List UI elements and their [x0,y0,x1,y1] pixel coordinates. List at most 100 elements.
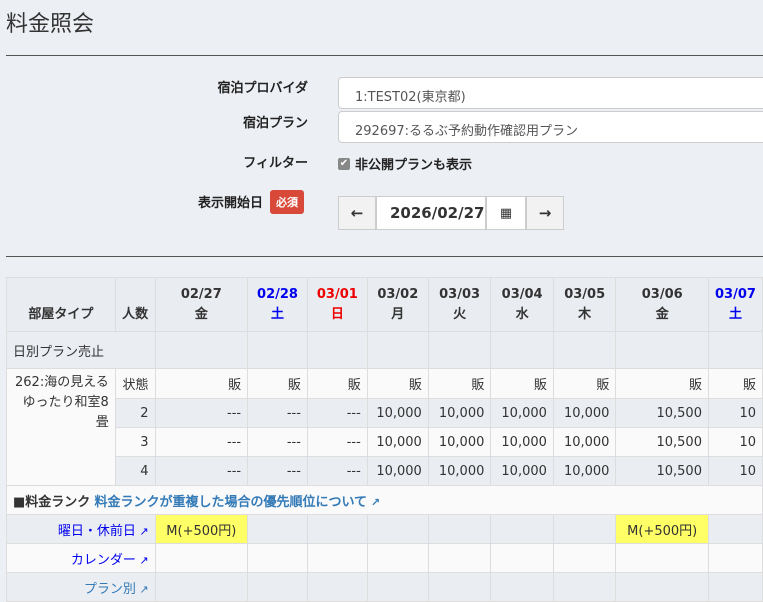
empty-cell [707,331,763,369]
date-header: 02/28 土 [247,277,308,332]
price-cell: 10,000 [366,427,429,457]
rank-title: ■料金ランク [13,494,91,510]
price-cell: 10,500 [615,456,709,486]
price-cell: 10,000 [366,456,429,486]
plan-label: 宿泊プラン [242,116,308,131]
daily-stop-label: 日別プラン売止 [6,331,156,369]
rank-cell [154,572,249,602]
date-label: 03/07 [715,286,756,302]
rank-type-link[interactable]: 曜日・休前日 ↗ [58,524,149,539]
rank-cell [154,543,249,573]
arrow-right-icon: → [538,204,552,222]
price-cell: --- [154,427,249,457]
weekday-label: 月 [391,306,405,322]
empty-cell [154,331,249,369]
rank-cell [490,543,554,573]
persons-header: 人数 [114,277,156,332]
date-label: 02/27 [180,286,222,302]
start-date-label: 表示開始日 [197,196,263,211]
date-label: 03/03 [439,286,481,302]
rank-cell [707,572,763,602]
rank-cell: M(+500円) [615,514,709,544]
price-cell: --- [154,398,249,428]
price-cell: 10,000 [427,398,492,428]
table-row: 2 --- --- --- 10,000 10,000 10,000 10,000 10,500… [7,398,763,428]
empty-cell [490,331,554,369]
rank-cell [490,514,554,544]
rank-cell [247,514,308,544]
next-date-button[interactable]: → [526,196,564,230]
date-header: 03/05 木 [552,277,617,332]
rank-cell [306,514,368,544]
rank-type-text: カレンダー [70,552,136,568]
persons-cell: 4 [114,456,156,486]
rank-cell [552,572,617,602]
checkbox-label: 非公開プランも表示 [355,158,473,173]
divider [6,55,763,56]
date-header: 03/02 月 [366,277,429,332]
checkbox-checked-icon[interactable]: ✔ [338,157,350,170]
weekday-label: 日 [330,306,344,322]
divider [6,256,763,257]
external-link-icon: ↗ [135,524,149,538]
status-cell: 販 [306,368,368,399]
rank-cell [615,543,709,573]
daily-stop-row: 日別プラン売止 [6,331,763,369]
empty-cell [427,331,492,369]
rank-type-link[interactable]: プラン別 ↗ [84,582,149,597]
table-row: 4 --- --- --- 10,000 10,000 10,000 10,000 10,500… [7,456,763,486]
private-plan-checkbox[interactable]: ✔ 非公開プランも表示 [338,154,472,173]
rank-cell [366,514,429,544]
date-picker: ← 2026/02/27 ▦ → [338,196,564,230]
price-cell: --- [306,398,368,428]
rank-row-label: 曜日・休前日 ↗ [6,514,156,544]
calendar-button[interactable]: ▦ [486,196,526,230]
rank-type-link[interactable]: カレンダー ↗ [71,553,149,568]
rank-row-label: カレンダー ↗ [6,543,156,573]
price-cell: 10,000 [490,398,554,428]
date-header: 02/27 金 [154,277,249,332]
date-label: 03/06 [641,286,683,302]
rank-row: カレンダー ↗ [6,543,763,573]
date-input[interactable]: 2026/02/27 [376,196,486,230]
date-header: 03/01 日 [306,277,368,332]
price-cell: 10,000 [427,427,492,457]
price-cell: 10,000 [552,398,617,428]
plan-select[interactable]: 292697:るるぶ予約動作確認用プラン [338,111,763,143]
prev-date-button[interactable]: ← [338,196,376,230]
rank-cell [490,572,554,602]
rank-cell [427,514,492,544]
external-link-icon: ↗ [367,495,381,509]
status-cell: 販 [490,368,554,399]
external-link-icon: ↗ [135,553,149,567]
rank-row-label: プラン別 ↗ [6,572,156,602]
price-cell: 10,000 [366,398,429,428]
price-cell: 10 [707,456,763,486]
date-header: 03/04 水 [490,277,554,332]
date-label: 02/28 [257,286,298,302]
status-cell: 販 [366,368,429,399]
empty-cell [247,331,308,369]
filter-label: フィルター [243,156,308,171]
weekday-label: 金 [194,306,208,322]
provider-label: 宿泊プロバイダ [217,81,308,96]
date-label: 03/02 [377,286,419,302]
empty-cell [366,331,429,369]
price-cell: 10,000 [427,456,492,486]
status-cell: 販 [615,368,709,399]
price-cell: 10,500 [615,398,709,428]
room-type-header: 部屋タイプ [6,277,116,332]
price-cell: --- [247,456,308,486]
date-label: 03/04 [501,286,543,302]
provider-select[interactable]: 1:TEST02(東京都) [338,77,763,109]
price-cell: --- [247,398,308,428]
status-cell: 販 [427,368,492,399]
price-cell: 10,000 [552,427,617,457]
weekday-label: 木 [578,306,592,322]
grid-icon: ▦ [499,205,513,221]
rank-type-text: 曜日・休前日 [57,523,136,539]
page-title: 料金照会 [6,12,95,37]
rank-priority-link[interactable]: 料金ランクが重複した場合の優先順位について ↗ [94,495,380,510]
rank-cell [427,572,492,602]
rank-cell [707,543,763,573]
